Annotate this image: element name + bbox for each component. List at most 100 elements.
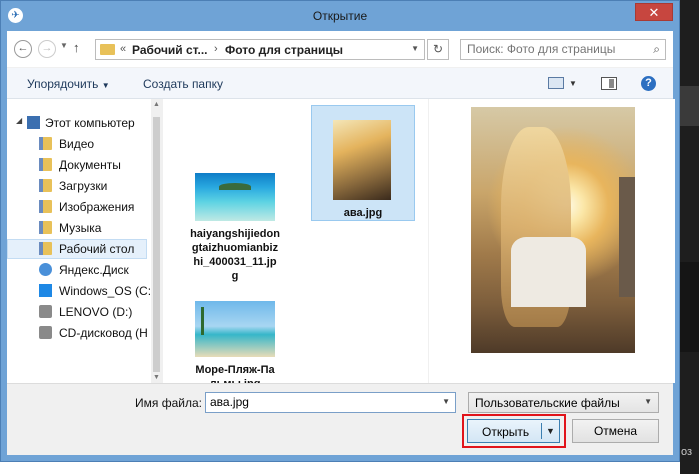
open-button-label: Открыть bbox=[482, 425, 530, 439]
file-list[interactable]: haiyangshijiedon gtaizhuomianbiz hi_4000… bbox=[163, 99, 428, 390]
nav-item-label: Загрузки bbox=[59, 179, 108, 193]
refresh-button[interactable]: ↻ bbox=[427, 39, 449, 60]
navigation-pane[interactable]: ◢ Этот компьютер Видео Документы Загрузк… bbox=[7, 99, 158, 383]
nav-item-lenovo-drive[interactable]: LENOVO (D:) bbox=[7, 302, 147, 322]
scroll-thumb[interactable] bbox=[153, 117, 160, 372]
scroll-up-icon[interactable]: ▲ bbox=[153, 101, 160, 108]
file-thumbnail bbox=[333, 120, 391, 200]
nav-item-this-pc[interactable]: ◢ Этот компьютер bbox=[7, 113, 147, 133]
expand-arrow-icon[interactable]: ◢ bbox=[16, 116, 22, 125]
cancel-button[interactable]: Отмена bbox=[572, 419, 659, 443]
chevron-down-icon: ▼ bbox=[644, 397, 652, 406]
preview-pane bbox=[429, 99, 675, 383]
new-folder-button[interactable]: Создать папку bbox=[143, 77, 223, 91]
open-file-dialog: ✈ Открытие ✕ ← → ▼ ↑ « Рабочий ст... › Ф… bbox=[0, 0, 680, 462]
breadcrumb-photos[interactable]: Фото для страницы bbox=[225, 43, 343, 57]
nav-item-label: Яндекс.Диск bbox=[59, 263, 129, 277]
file-item-sea-beach-palms[interactable]: Море-Пляж-Па льмы.jpg bbox=[185, 299, 285, 390]
nav-item-label: Видео bbox=[59, 137, 95, 151]
nav-item-label: Windows_OS (C: bbox=[59, 284, 152, 298]
file-type-label: Пользовательские файлы bbox=[475, 396, 620, 410]
background-image bbox=[679, 262, 699, 352]
split-divider bbox=[541, 423, 542, 439]
drive-icon bbox=[39, 305, 52, 318]
filename-field[interactable]: ▼ bbox=[205, 392, 456, 413]
view-options-dropdown-icon[interactable]: ▼ bbox=[569, 79, 577, 88]
folder-icon bbox=[100, 44, 115, 55]
chevron-down-icon[interactable]: ▼ bbox=[442, 397, 450, 406]
cd-drive-icon bbox=[39, 326, 52, 339]
background-window: оз bbox=[679, 0, 699, 474]
preview-background-building bbox=[619, 177, 635, 297]
search-input[interactable] bbox=[467, 42, 637, 56]
nav-item-label: CD-дисковод (H bbox=[59, 326, 148, 340]
scroll-down-icon[interactable]: ▼ bbox=[153, 374, 160, 381]
search-box[interactable]: ⌕ bbox=[460, 39, 666, 60]
nav-item-label: Документы bbox=[59, 158, 121, 172]
windows-drive-icon bbox=[39, 284, 52, 297]
organize-button[interactable]: Упорядочить ▼ bbox=[27, 77, 110, 91]
file-item-sea-wallpaper[interactable]: haiyangshijiedon gtaizhuomianbiz hi_4000… bbox=[185, 169, 285, 293]
close-button[interactable]: ✕ bbox=[635, 3, 673, 21]
preview-pane-icon[interactable] bbox=[601, 77, 617, 90]
background-bottom bbox=[0, 462, 680, 474]
command-bar: Упорядочить ▼ Создать папку ▼ ? bbox=[7, 68, 673, 99]
file-type-select[interactable]: Пользовательские файлы ▼ bbox=[468, 392, 659, 413]
help-icon[interactable]: ? bbox=[641, 76, 656, 91]
nav-item-cd-drive[interactable]: CD-дисковод (H bbox=[7, 323, 148, 343]
nav-item-music[interactable]: Музыка bbox=[7, 218, 147, 238]
window-title: Открытие bbox=[312, 9, 368, 23]
open-options-dropdown-icon[interactable]: ▼ bbox=[546, 426, 555, 436]
organize-label: Упорядочить bbox=[27, 77, 99, 91]
nav-item-label: Изображения bbox=[59, 200, 135, 214]
folder-icon bbox=[39, 200, 52, 213]
file-name: haiyangshijiedon gtaizhuomianbiz hi_4000… bbox=[190, 228, 280, 282]
address-row: ← → ▼ ↑ « Рабочий ст... › Фото для стран… bbox=[7, 31, 673, 67]
back-button[interactable]: ← bbox=[14, 40, 32, 58]
up-button[interactable]: ↑ bbox=[73, 40, 80, 55]
open-button[interactable]: Открыть ▼ bbox=[467, 419, 560, 443]
cloud-drive-icon bbox=[39, 263, 52, 276]
preview-image bbox=[471, 107, 635, 353]
dialog-footer: Имя файла: ▼ Пользовательские файлы ▼ От… bbox=[7, 383, 673, 455]
folder-icon bbox=[39, 158, 52, 171]
nav-item-label: LENOVO (D:) bbox=[59, 305, 133, 319]
change-view-icon[interactable] bbox=[548, 77, 564, 89]
address-bar[interactable]: « Рабочий ст... › Фото для страницы ▼ bbox=[95, 39, 425, 60]
recent-locations-dropdown[interactable]: ▼ bbox=[60, 41, 68, 50]
forward-button[interactable]: → bbox=[38, 40, 56, 58]
computer-icon bbox=[27, 116, 40, 129]
nav-item-desktop[interactable]: Рабочий стол bbox=[7, 239, 147, 259]
background-text: оз bbox=[681, 446, 693, 458]
file-thumbnail bbox=[195, 173, 275, 221]
nav-item-documents[interactable]: Документы bbox=[7, 155, 147, 175]
filename-label: Имя файла: bbox=[135, 396, 202, 410]
search-icon[interactable]: ⌕ bbox=[653, 42, 660, 57]
nav-item-pictures[interactable]: Изображения bbox=[7, 197, 147, 217]
dialog-client: ← → ▼ ↑ « Рабочий ст... › Фото для стран… bbox=[7, 31, 675, 455]
nav-scrollbar[interactable]: ▲ ▼ bbox=[151, 99, 162, 383]
folder-icon bbox=[39, 137, 52, 150]
preview-detail bbox=[511, 237, 586, 307]
history-chevron[interactable]: « bbox=[120, 43, 126, 55]
nav-item-label: Музыка bbox=[59, 221, 102, 235]
nav-item-video[interactable]: Видео bbox=[7, 134, 147, 154]
file-item-ava[interactable]: ава.jpg bbox=[311, 105, 415, 221]
file-thumbnail bbox=[195, 301, 275, 357]
folder-icon bbox=[39, 242, 52, 255]
address-dropdown-icon[interactable]: ▼ bbox=[411, 44, 419, 53]
folder-icon bbox=[39, 221, 52, 234]
breadcrumb-separator[interactable]: › bbox=[214, 43, 218, 55]
folder-icon bbox=[39, 179, 52, 192]
chevron-down-icon: ▼ bbox=[101, 81, 110, 90]
file-name: ава.jpg bbox=[343, 207, 383, 219]
nav-item-yandex-disk[interactable]: Яндекс.Диск bbox=[7, 260, 147, 280]
nav-item-windows-drive[interactable]: Windows_OS (C: bbox=[7, 281, 151, 301]
breadcrumb-desktop[interactable]: Рабочий ст... bbox=[132, 43, 208, 57]
background-strip bbox=[679, 86, 699, 126]
nav-item-downloads[interactable]: Загрузки bbox=[7, 176, 147, 196]
title-bar[interactable]: ✈ Открытие ✕ bbox=[1, 1, 679, 31]
nav-item-label: Рабочий стол bbox=[59, 242, 135, 256]
filename-input[interactable] bbox=[210, 395, 430, 409]
nav-item-label: Этот компьютер bbox=[45, 116, 135, 130]
